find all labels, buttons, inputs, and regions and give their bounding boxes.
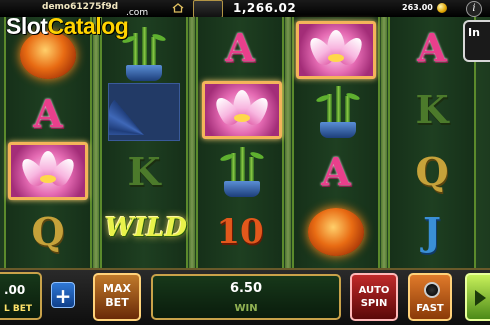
max-bet-label-line1: MAX	[103, 282, 131, 295]
info-button[interactable]: i	[466, 1, 482, 17]
lantern-icon	[308, 208, 364, 256]
game-logo-emblem	[193, 0, 223, 18]
win-label: WIN	[234, 303, 258, 314]
symbol-a: A	[417, 25, 447, 70]
fast-label: FAST	[416, 303, 444, 314]
symbol-a: A	[225, 25, 255, 70]
reel-area: A Q K WILD A 10 A A K Q J	[0, 17, 490, 268]
watermark-com: .com	[126, 8, 149, 18]
lotus-icon	[211, 90, 273, 130]
reel-3: A 10	[196, 17, 284, 268]
coin-icon	[437, 3, 447, 13]
total-bet-panel: .00 L BET	[0, 272, 42, 320]
lotus-icon	[17, 151, 79, 191]
side-feature-tab[interactable]: In	[463, 20, 490, 62]
fan-symbol	[108, 83, 180, 141]
bamboo-pot-symbol	[308, 83, 368, 141]
total-bet-label: L BET	[4, 304, 33, 314]
symbol-k: K	[127, 149, 161, 194]
watermark-catalog: Catalog	[47, 13, 129, 39]
reel-divider	[189, 17, 195, 268]
reel-4: A	[292, 17, 380, 268]
auto-spin-label-line1: AUTO	[358, 285, 390, 296]
symbol-a: A	[33, 91, 63, 136]
watermark-logo: SlotCatalog	[6, 13, 129, 40]
total-bet-value: .00	[4, 283, 26, 297]
bamboo-pot-icon	[218, 145, 266, 197]
auto-spin-label-line2: SPIN	[360, 298, 388, 309]
lantern-symbol	[304, 203, 368, 261]
lotus-symbol	[202, 81, 282, 139]
reel-divider	[381, 17, 387, 268]
win-value: 6.50	[229, 281, 263, 296]
symbol-q: Q	[31, 209, 65, 254]
symbol-k: K	[415, 87, 449, 132]
symbol-a: A	[321, 149, 351, 194]
username: demo61275f9d	[42, 2, 119, 12]
reel-2: K WILD	[100, 17, 188, 268]
watermark-slot: Slot	[6, 13, 48, 39]
fan-icon	[109, 89, 179, 135]
reel-divider	[93, 17, 99, 268]
max-bet-button[interactable]: MAX BET	[93, 273, 141, 321]
symbol-j: J	[423, 209, 441, 254]
reel-divider	[285, 17, 291, 268]
auto-spin-button[interactable]: AUTO SPIN	[350, 273, 398, 321]
credits-value: 263.00	[402, 3, 433, 12]
play-icon	[475, 290, 486, 306]
wild-symbol: WILD	[104, 213, 188, 243]
lotus-icon	[305, 30, 367, 70]
increase-bet-button[interactable]: +	[51, 282, 75, 308]
lotus-symbol	[8, 142, 88, 200]
bamboo-pot-icon	[314, 86, 362, 138]
reel-1: A Q	[4, 17, 92, 268]
fast-spin-button[interactable]: FAST	[408, 273, 452, 321]
max-bet-label-line2: BET	[105, 296, 129, 309]
balance-value: 1,266.02	[233, 1, 297, 15]
bottom-bar: .00 L BET + MAX BET 6.50 WIN AUTO SPIN F…	[0, 268, 490, 325]
symbol-q: Q	[415, 149, 449, 194]
spin-button[interactable]	[465, 273, 490, 321]
home-icon[interactable]	[172, 3, 184, 13]
lotus-symbol	[296, 21, 376, 79]
fast-indicator-icon	[424, 282, 440, 298]
win-panel: 6.50 WIN	[151, 274, 341, 320]
symbol-10: 10	[216, 212, 264, 252]
bamboo-pot-symbol	[212, 143, 272, 199]
